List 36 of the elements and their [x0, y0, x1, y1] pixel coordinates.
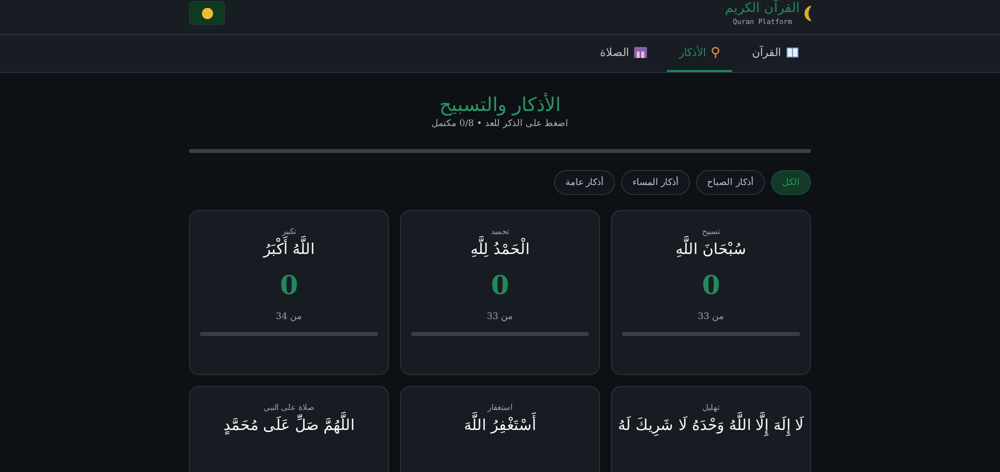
sun-icon — [200, 6, 214, 20]
dhikr-card[interactable]: صلاة على النبي اللَّهُمَّ صَلِّ عَلَى مُحَمَّدٍ — [189, 386, 389, 472]
dhikr-text: الْحَمْدُ لِلَّهِ — [468, 236, 532, 263]
nav-tab[interactable]: القرآن — [740, 35, 811, 72]
dhikr-category: تهليل — [702, 403, 720, 412]
crescent-moon-icon — [804, 4, 811, 22]
dhikr-category: تحميد — [491, 227, 509, 236]
dhikr-target: من 33 — [486, 311, 514, 322]
dhikr-counter: 0 — [280, 271, 298, 301]
filter-chip[interactable]: أذكار المساء — [621, 170, 690, 195]
dhikr-category: تسبيح — [702, 227, 720, 236]
dhikr-target: من 33 — [698, 311, 724, 322]
dhikr-category: استغفار — [488, 403, 512, 412]
dhikr-counter: 0 — [490, 271, 510, 301]
dhikr-category: صلاة على النبي — [263, 403, 315, 412]
page-title: الأذكار والتسبيح — [438, 93, 562, 116]
dhikr-category: تكبير — [282, 227, 296, 236]
dhikr-text: اللَّهُمَّ صَلِّ عَلَى مُحَمَّدٍ — [220, 412, 358, 439]
page-subtitle: اضغط على الذكر للعد • 0/8 مكتمل — [430, 118, 570, 129]
filter-chip[interactable]: أذكار عامة — [554, 170, 616, 195]
dhikr-text: لَا إِلَهَ إِلَّا اللَّهُ وَحْدَهُ لَا شَرِيكَ لَهُ — [614, 412, 808, 439]
prayer-beads-icon — [711, 46, 720, 59]
dhikr-text: أَسْتَغْفِرُ اللَّهَ — [461, 412, 539, 439]
nav-tab[interactable]: الأذكار — [667, 35, 732, 72]
nav-tab[interactable]: الصلاة — [588, 35, 659, 72]
dhikr-text: اللَّهُ أَكْبَرُ — [260, 236, 318, 263]
dhikr-text: سُبْحَانَ اللَّهِ — [672, 236, 750, 263]
dhikr-target: من 34 — [276, 311, 302, 322]
dhikr-card[interactable]: تهليل لَا إِلَهَ إِلَّا اللَّهُ وَحْدَهُ لَا شَرِيكَ لَهُ — [611, 386, 811, 472]
dhikr-counter: 0 — [702, 271, 720, 301]
filter-chip[interactable]: أذكار الصباح — [696, 170, 765, 195]
theme-toggle-button[interactable] — [189, 1, 225, 25]
logo-title: القرآن الكريم — [724, 0, 800, 18]
filter-chip[interactable]: الكل — [771, 170, 811, 195]
book-icon — [786, 47, 799, 58]
dhikr-card[interactable]: استغفار أَسْتَغْفِرُ اللَّهَ — [400, 386, 600, 472]
